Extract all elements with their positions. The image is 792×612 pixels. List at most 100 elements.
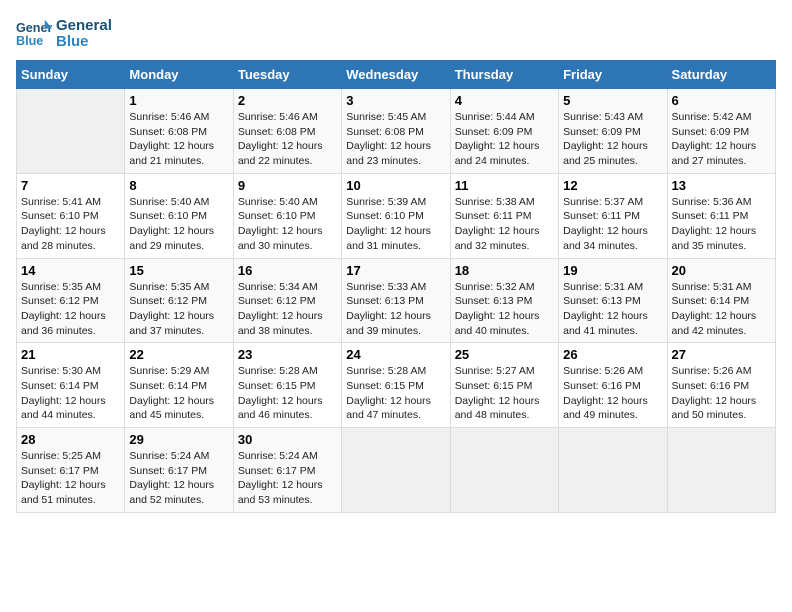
logo-blue: Blue xyxy=(56,34,112,51)
cell-info: Sunrise: 5:43 AMSunset: 6:09 PMDaylight:… xyxy=(563,110,662,169)
calendar-cell: 5 Sunrise: 5:43 AMSunset: 6:09 PMDaylight… xyxy=(559,89,667,174)
cell-info: Sunrise: 5:38 AMSunset: 6:11 PMDaylight:… xyxy=(455,195,554,254)
day-number: 4 xyxy=(455,93,554,108)
calendar-cell: 2Sunrise: 5:46 AMSunset: 6:08 PMDaylight… xyxy=(233,89,341,174)
cell-info: Sunrise: 5:46 AMSunset: 6:08 PMDaylight:… xyxy=(238,110,337,169)
calendar-cell: 4 Sunrise: 5:44 AMSunset: 6:09 PMDaylight… xyxy=(450,89,558,174)
calendar-cell: 15 Sunrise: 5:35 AMSunset: 6:12 PMDayligh… xyxy=(125,258,233,343)
day-number: 12 xyxy=(563,178,662,193)
day-number: 18 xyxy=(455,263,554,278)
cell-info: Sunrise: 5:44 AMSunset: 6:09 PMDaylight:… xyxy=(455,110,554,169)
day-number: 26 xyxy=(563,347,662,362)
cell-info: Sunrise: 5:40 AMSunset: 6:10 PMDaylight:… xyxy=(129,195,228,254)
cell-info: Sunrise: 5:30 AMSunset: 6:14 PMDaylight:… xyxy=(21,364,120,423)
weekday-header-monday: Monday xyxy=(125,61,233,89)
calendar-cell: 6 Sunrise: 5:42 AMSunset: 6:09 PMDaylight… xyxy=(667,89,775,174)
cell-info: Sunrise: 5:26 AMSunset: 6:16 PMDaylight:… xyxy=(563,364,662,423)
weekday-header-tuesday: Tuesday xyxy=(233,61,341,89)
day-number: 8 xyxy=(129,178,228,193)
calendar-cell: 23 Sunrise: 5:28 AMSunset: 6:15 PMDayligh… xyxy=(233,343,341,428)
day-number: 7 xyxy=(21,178,120,193)
day-number: 3 xyxy=(346,93,445,108)
day-number: 1 xyxy=(129,93,228,108)
day-number: 14 xyxy=(21,263,120,278)
calendar-cell: 29 Sunrise: 5:24 AMSunset: 6:17 PMDayligh… xyxy=(125,428,233,513)
calendar-cell xyxy=(667,428,775,513)
cell-info: Sunrise: 5:27 AMSunset: 6:15 PMDaylight:… xyxy=(455,364,554,423)
page-header: General Blue General Blue xyxy=(16,16,776,52)
calendar-cell: 8 Sunrise: 5:40 AMSunset: 6:10 PMDaylight… xyxy=(125,173,233,258)
day-number: 28 xyxy=(21,432,120,447)
cell-info: Sunrise: 5:35 AMSunset: 6:12 PMDaylight:… xyxy=(21,280,120,339)
cell-info: Sunrise: 5:39 AMSunset: 6:10 PMDaylight:… xyxy=(346,195,445,254)
calendar-cell: 11 Sunrise: 5:38 AMSunset: 6:11 PMDayligh… xyxy=(450,173,558,258)
day-number: 30 xyxy=(238,432,337,447)
day-number: 15 xyxy=(129,263,228,278)
calendar-cell: 26 Sunrise: 5:26 AMSunset: 6:16 PMDayligh… xyxy=(559,343,667,428)
cell-info: Sunrise: 5:41 AMSunset: 6:10 PMDaylight:… xyxy=(21,195,120,254)
calendar-cell: 3 Sunrise: 5:45 AMSunset: 6:08 PMDaylight… xyxy=(342,89,450,174)
day-number: 19 xyxy=(563,263,662,278)
calendar-cell: 19 Sunrise: 5:31 AMSunset: 6:13 PMDayligh… xyxy=(559,258,667,343)
logo-general: General xyxy=(56,18,112,35)
calendar-cell: 24 Sunrise: 5:28 AMSunset: 6:15 PMDayligh… xyxy=(342,343,450,428)
day-number: 9 xyxy=(238,178,337,193)
calendar-cell: 7 Sunrise: 5:41 AMSunset: 6:10 PMDaylight… xyxy=(17,173,125,258)
cell-info: Sunrise: 5:34 AMSunset: 6:12 PMDaylight:… xyxy=(238,280,337,339)
day-number: 22 xyxy=(129,347,228,362)
cell-info: Sunrise: 5:45 AMSunset: 6:08 PMDaylight:… xyxy=(346,110,445,169)
day-number: 16 xyxy=(238,263,337,278)
calendar-cell: 27Sunrise: 5:26 AMSunset: 6:16 PMDayligh… xyxy=(667,343,775,428)
calendar-cell: 20 Sunrise: 5:31 AMSunset: 6:14 PMDayligh… xyxy=(667,258,775,343)
calendar-week-row: 14 Sunrise: 5:35 AMSunset: 6:12 PMDayligh… xyxy=(17,258,776,343)
cell-info: Sunrise: 5:31 AMSunset: 6:13 PMDaylight:… xyxy=(563,280,662,339)
day-number: 6 xyxy=(672,93,771,108)
cell-info: Sunrise: 5:40 AMSunset: 6:10 PMDaylight:… xyxy=(238,195,337,254)
cell-info: Sunrise: 5:28 AMSunset: 6:15 PMDaylight:… xyxy=(346,364,445,423)
cell-info: Sunrise: 5:26 AMSunset: 6:16 PMDaylight:… xyxy=(672,364,771,423)
day-number: 24 xyxy=(346,347,445,362)
calendar-cell xyxy=(450,428,558,513)
calendar-cell: 13 Sunrise: 5:36 AMSunset: 6:11 PMDayligh… xyxy=(667,173,775,258)
calendar-cell xyxy=(559,428,667,513)
calendar-cell: 14 Sunrise: 5:35 AMSunset: 6:12 PMDayligh… xyxy=(17,258,125,343)
day-number: 20 xyxy=(672,263,771,278)
day-number: 29 xyxy=(129,432,228,447)
cell-info: Sunrise: 5:24 AMSunset: 6:17 PMDaylight:… xyxy=(129,449,228,508)
calendar-week-row: 1 Sunrise: 5:46 AMSunset: 6:08 PMDaylight… xyxy=(17,89,776,174)
cell-info: Sunrise: 5:31 AMSunset: 6:14 PMDaylight:… xyxy=(672,280,771,339)
calendar-cell: 17Sunrise: 5:33 AMSunset: 6:13 PMDayligh… xyxy=(342,258,450,343)
cell-info: Sunrise: 5:24 AMSunset: 6:17 PMDaylight:… xyxy=(238,449,337,508)
weekday-header-row: SundayMondayTuesdayWednesdayThursdayFrid… xyxy=(17,61,776,89)
day-number: 17 xyxy=(346,263,445,278)
cell-info: Sunrise: 5:35 AMSunset: 6:12 PMDaylight:… xyxy=(129,280,228,339)
calendar-table: SundayMondayTuesdayWednesdayThursdayFrid… xyxy=(16,60,776,513)
calendar-cell: 1 Sunrise: 5:46 AMSunset: 6:08 PMDaylight… xyxy=(125,89,233,174)
calendar-cell: 21 Sunrise: 5:30 AMSunset: 6:14 PMDayligh… xyxy=(17,343,125,428)
weekday-header-friday: Friday xyxy=(559,61,667,89)
calendar-cell: 28Sunrise: 5:25 AMSunset: 6:17 PMDayligh… xyxy=(17,428,125,513)
day-number: 5 xyxy=(563,93,662,108)
day-number: 25 xyxy=(455,347,554,362)
cell-info: Sunrise: 5:37 AMSunset: 6:11 PMDaylight:… xyxy=(563,195,662,254)
calendar-cell: 30 Sunrise: 5:24 AMSunset: 6:17 PMDayligh… xyxy=(233,428,341,513)
calendar-week-row: 7 Sunrise: 5:41 AMSunset: 6:10 PMDaylight… xyxy=(17,173,776,258)
cell-info: Sunrise: 5:42 AMSunset: 6:09 PMDaylight:… xyxy=(672,110,771,169)
cell-info: Sunrise: 5:36 AMSunset: 6:11 PMDaylight:… xyxy=(672,195,771,254)
cell-info: Sunrise: 5:46 AMSunset: 6:08 PMDaylight:… xyxy=(129,110,228,169)
calendar-cell xyxy=(342,428,450,513)
calendar-cell: 9 Sunrise: 5:40 AMSunset: 6:10 PMDaylight… xyxy=(233,173,341,258)
day-number: 21 xyxy=(21,347,120,362)
day-number: 23 xyxy=(238,347,337,362)
day-number: 10 xyxy=(346,178,445,193)
calendar-cell: 12 Sunrise: 5:37 AMSunset: 6:11 PMDayligh… xyxy=(559,173,667,258)
calendar-cell xyxy=(17,89,125,174)
day-number: 11 xyxy=(455,178,554,193)
weekday-header-sunday: Sunday xyxy=(17,61,125,89)
cell-info: Sunrise: 5:28 AMSunset: 6:15 PMDaylight:… xyxy=(238,364,337,423)
day-number: 13 xyxy=(672,178,771,193)
logo-icon: General Blue xyxy=(16,16,52,52)
weekday-header-saturday: Saturday xyxy=(667,61,775,89)
calendar-cell: 10 Sunrise: 5:39 AMSunset: 6:10 PMDayligh… xyxy=(342,173,450,258)
calendar-cell: 22Sunrise: 5:29 AMSunset: 6:14 PMDayligh… xyxy=(125,343,233,428)
